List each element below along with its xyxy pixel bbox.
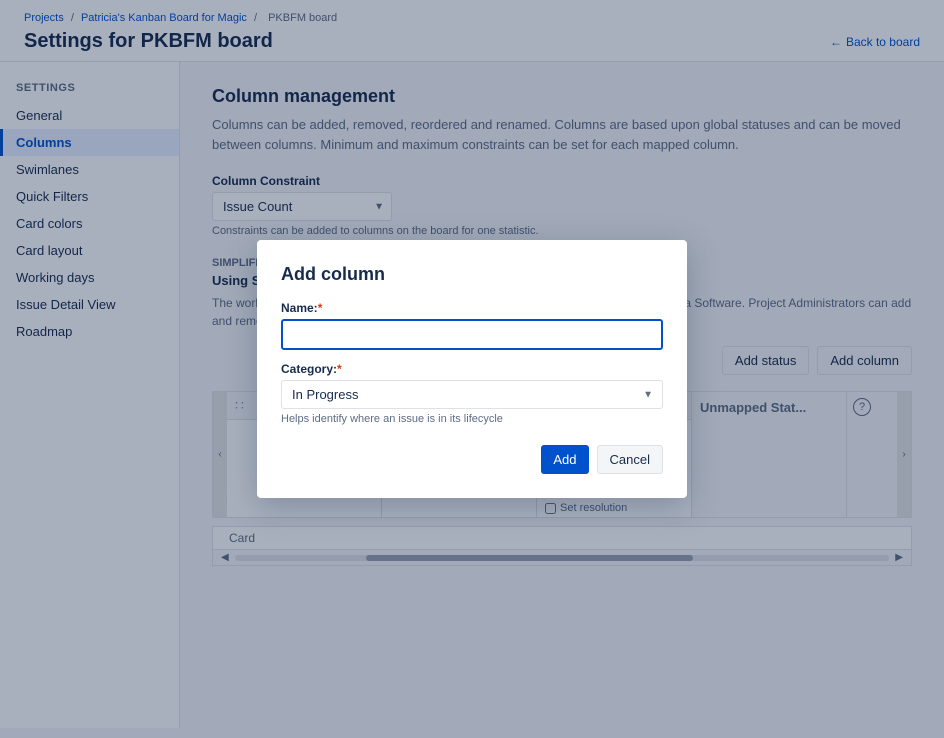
modal-cancel-button[interactable]: Cancel <box>597 445 663 474</box>
modal-name-label: Name:* <box>281 301 663 315</box>
modal-title: Add column <box>281 264 663 285</box>
add-column-modal: Add column Name:* Category:* To DoIn Pro… <box>257 240 687 498</box>
modal-category-select-wrapper: To DoIn ProgressDone ▼ <box>281 380 663 409</box>
modal-name-input[interactable] <box>281 319 663 350</box>
modal-actions: Add Cancel <box>281 445 663 474</box>
modal-category-select[interactable]: To DoIn ProgressDone <box>281 380 663 409</box>
modal-category-hint: Helps identify where an issue is in its … <box>281 413 663 425</box>
name-required-star: * <box>318 301 323 315</box>
category-required-star: * <box>337 362 342 376</box>
modal-category-label: Category:* <box>281 362 663 376</box>
modal-name-input-wrapper <box>281 319 663 362</box>
modal-overlay: Add column Name:* Category:* To DoIn Pro… <box>0 0 944 738</box>
modal-add-button[interactable]: Add <box>541 445 588 474</box>
